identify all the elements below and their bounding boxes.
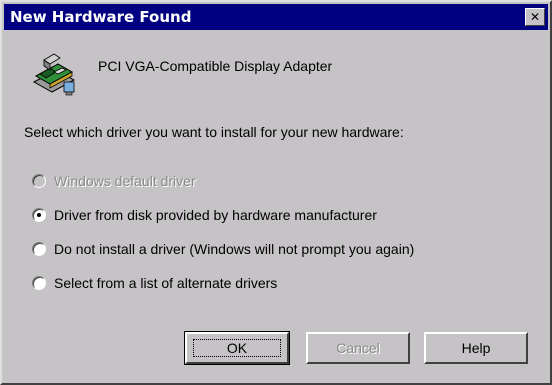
- radio-driver-from-disk[interactable]: [32, 208, 46, 222]
- radio-do-not-install[interactable]: [32, 242, 46, 256]
- window-title: New Hardware Found: [10, 8, 192, 26]
- help-button[interactable]: Help: [424, 332, 528, 364]
- radio-selected-dot: [37, 213, 41, 217]
- option-label: Select from a list of alternate drivers: [54, 275, 278, 291]
- option-label: Windows default driver: [54, 173, 196, 189]
- new-hardware-dialog: New Hardware Found ✕ PCI VGA-Compatible …: [0, 0, 552, 385]
- help-button-label: Help: [461, 340, 491, 356]
- close-button[interactable]: ✕: [525, 8, 545, 26]
- cancel-button-label: Cancel: [336, 340, 380, 356]
- title-bar[interactable]: New Hardware Found ✕: [4, 4, 548, 30]
- cancel-button[interactable]: Cancel: [306, 332, 410, 364]
- option-label: Do not install a driver (Windows will no…: [54, 241, 415, 257]
- device-name: PCI VGA-Compatible Display Adapter: [98, 58, 333, 74]
- driver-prompt: Select which driver you want to install …: [24, 124, 404, 140]
- ok-button-label: OK: [226, 340, 248, 356]
- ok-button[interactable]: OK: [184, 331, 290, 365]
- network-card-icon: [32, 53, 76, 96]
- radio-select-from-list[interactable]: [32, 276, 46, 290]
- option-label: Driver from disk provided by hardware ma…: [54, 207, 377, 223]
- radio-windows-default-driver[interactable]: [32, 174, 46, 188]
